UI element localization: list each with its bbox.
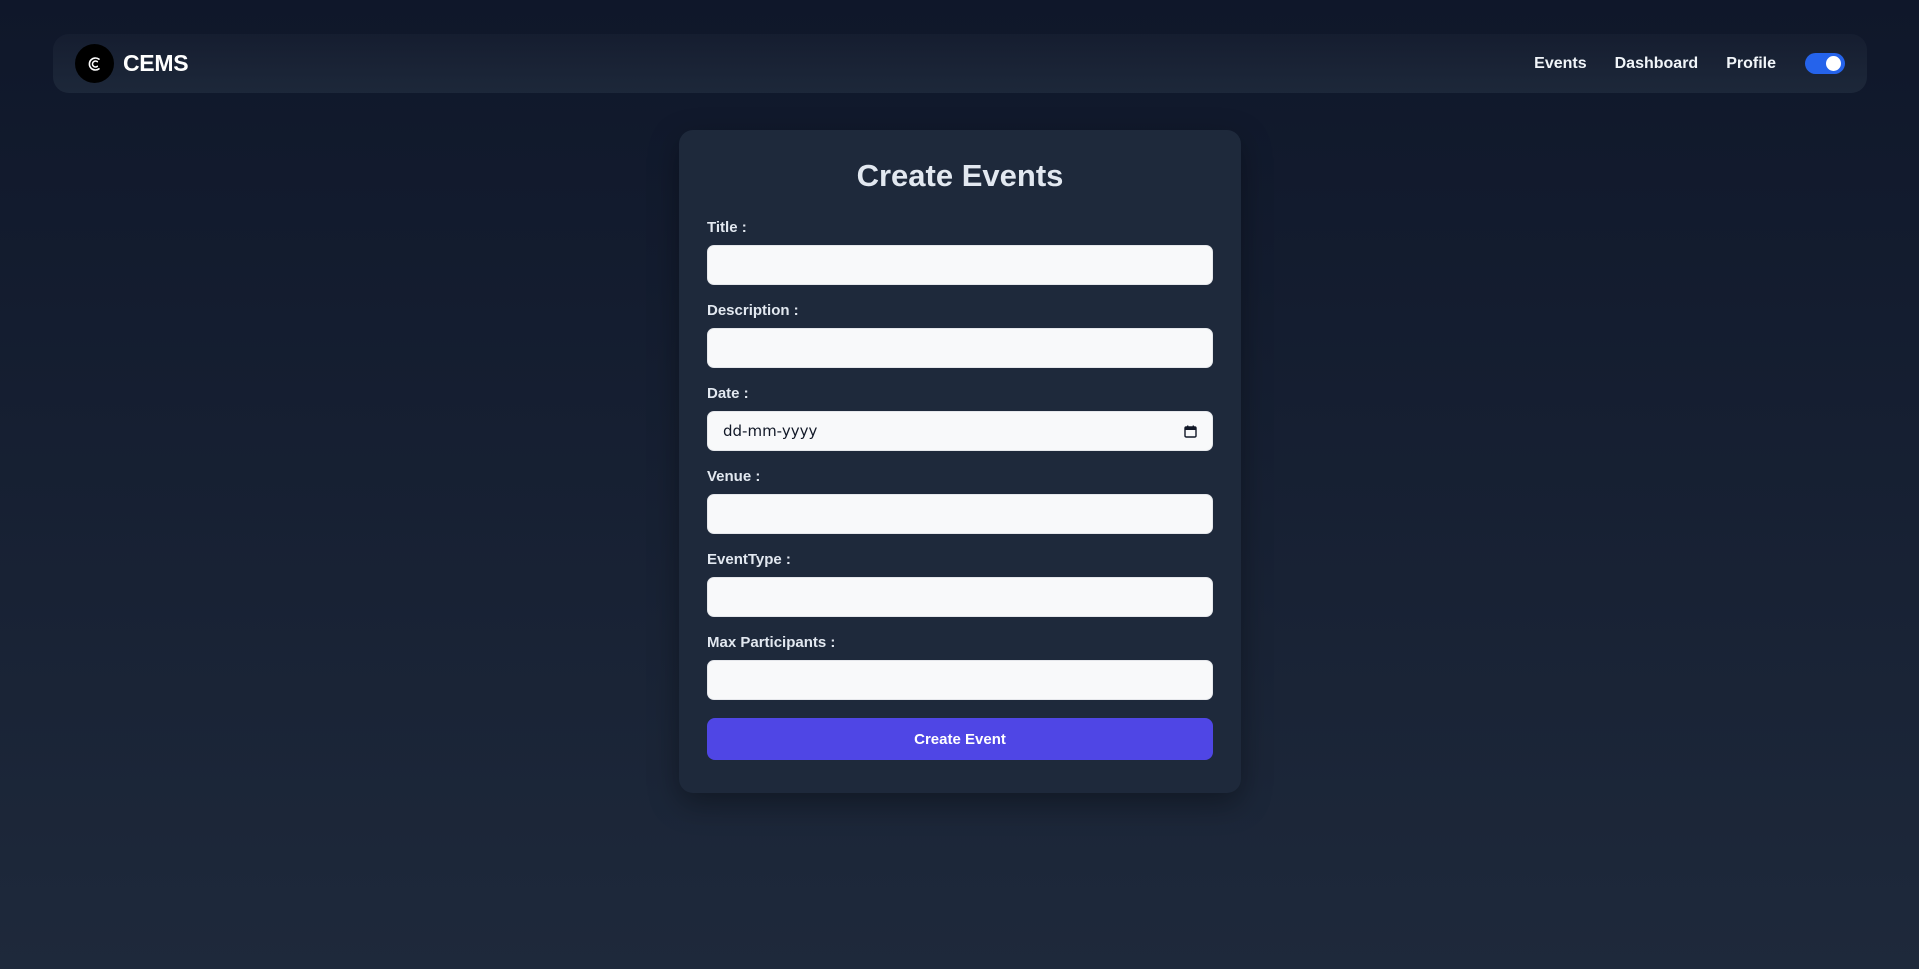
theme-toggle[interactable] xyxy=(1805,53,1845,74)
description-field-group: Description : xyxy=(707,303,1213,368)
venue-input[interactable] xyxy=(707,494,1213,534)
create-event-button[interactable]: Create Event xyxy=(707,718,1213,760)
create-event-card: Create Events Title : Description : Date… xyxy=(679,130,1241,793)
nav-links: Events Dashboard Profile xyxy=(1534,53,1845,74)
description-input[interactable] xyxy=(707,328,1213,368)
date-label: Date : xyxy=(707,385,749,402)
venue-label: Venue : xyxy=(707,468,761,485)
date-input[interactable]: dd-mm-yyyy xyxy=(707,411,1213,451)
date-field-group: Date : dd-mm-yyyy xyxy=(707,386,1213,451)
brand-name: CEMS xyxy=(123,50,189,76)
calendar-icon[interactable] xyxy=(1183,424,1197,438)
event-type-input[interactable] xyxy=(707,577,1213,617)
event-type-label: EventType : xyxy=(707,551,791,568)
cems-logo-icon xyxy=(75,44,114,83)
max-participants-field-group: Max Participants : xyxy=(707,635,1213,700)
navbar: CEMS Events Dashboard Profile xyxy=(53,34,1867,93)
title-input[interactable] xyxy=(707,245,1213,285)
brand-link[interactable]: CEMS xyxy=(75,44,189,83)
date-placeholder: dd-mm-yyyy xyxy=(723,422,818,440)
nav-link-profile[interactable]: Profile xyxy=(1726,55,1776,73)
title-field-group: Title : xyxy=(707,220,1213,285)
max-participants-label: Max Participants : xyxy=(707,634,836,651)
description-label: Description : xyxy=(707,302,799,319)
page-title: Create Events xyxy=(856,158,1064,193)
nav-link-events[interactable]: Events xyxy=(1534,55,1586,73)
toggle-knob xyxy=(1826,56,1841,71)
max-participants-input[interactable] xyxy=(707,660,1213,700)
event-type-field-group: EventType : xyxy=(707,552,1213,617)
nav-link-dashboard[interactable]: Dashboard xyxy=(1615,55,1699,73)
venue-field-group: Venue : xyxy=(707,469,1213,534)
title-label: Title : xyxy=(707,219,747,236)
